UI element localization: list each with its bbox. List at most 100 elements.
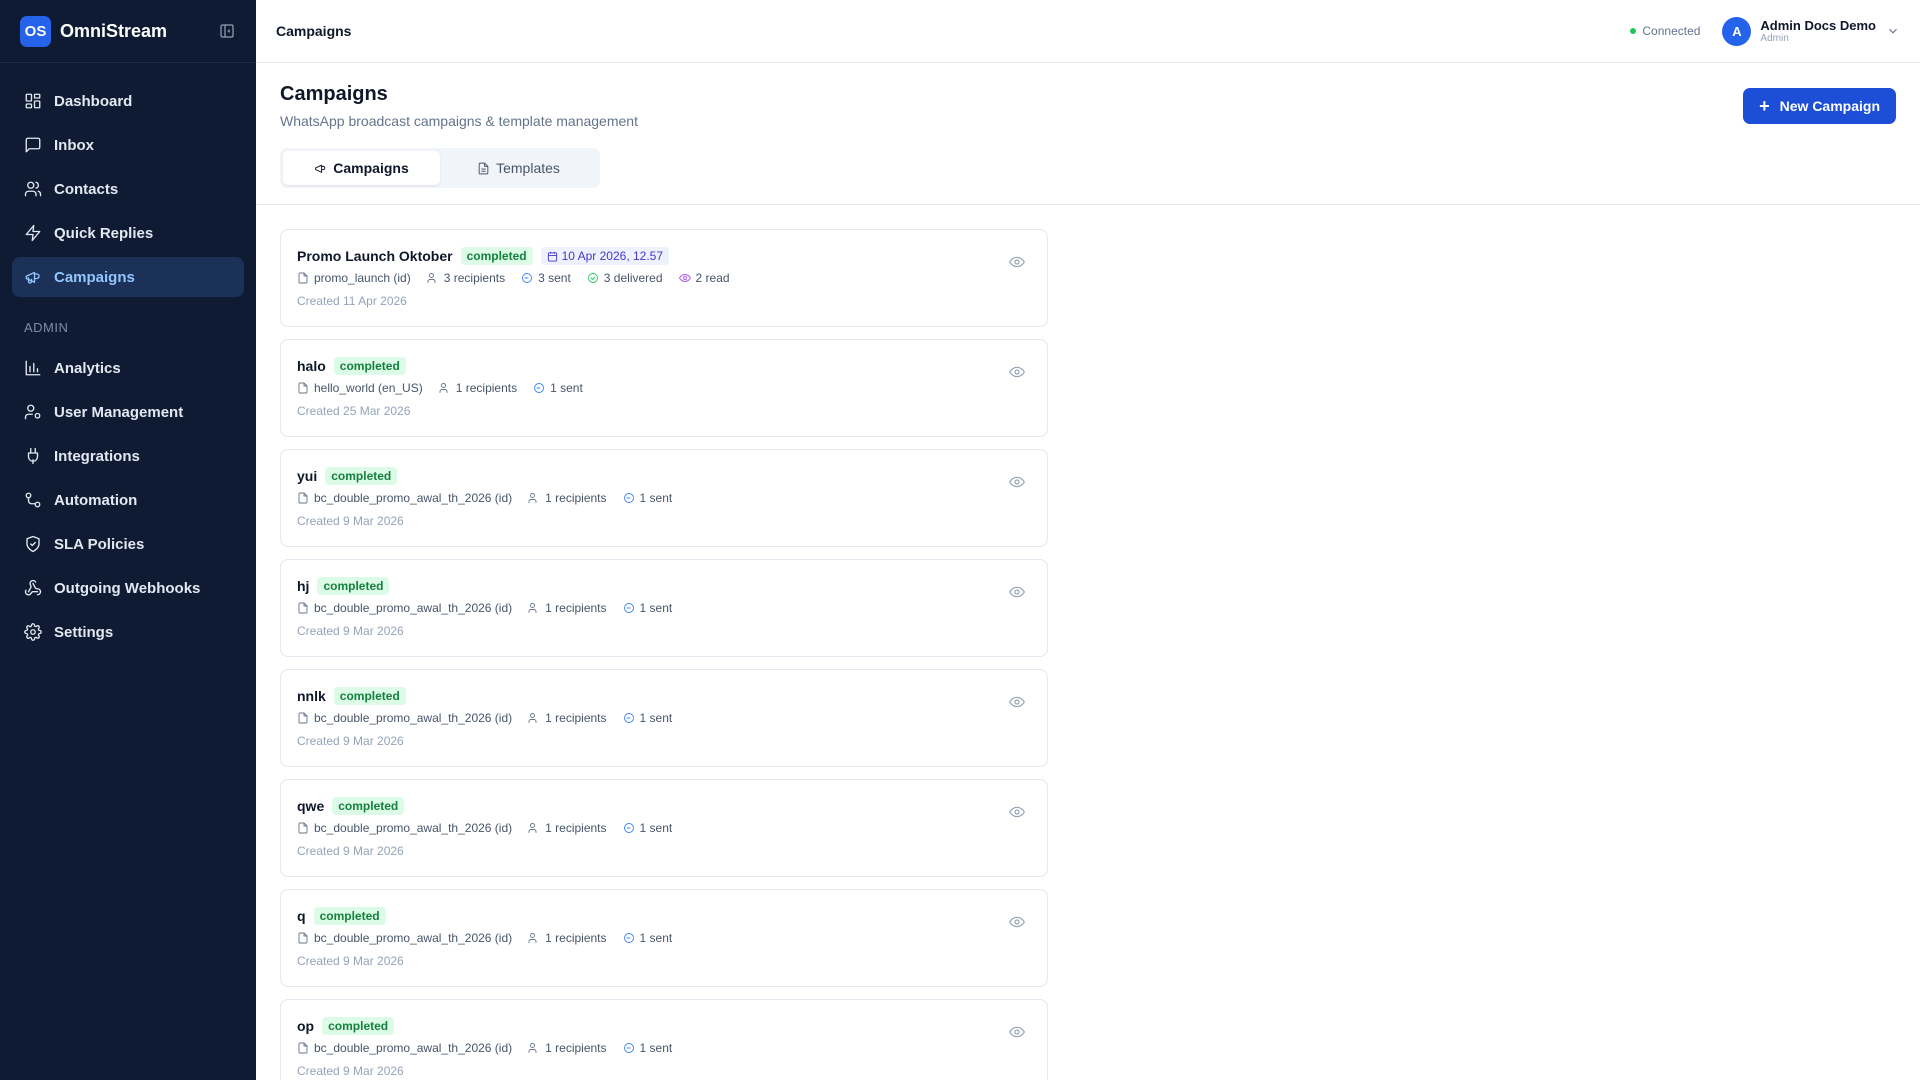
- clock-icon: [522, 273, 533, 283]
- brand: OS OmniStream: [0, 0, 256, 63]
- user-name: Admin Docs Demo: [1760, 18, 1876, 33]
- tab-campaigns[interactable]: Campaigns: [283, 151, 440, 185]
- view-eye-icon[interactable]: [1008, 254, 1026, 270]
- campaign-card[interactable]: Promo Launch Oktober completed 10 Apr 20…: [280, 229, 1048, 327]
- created-date: Created 9 Mar 2026: [297, 624, 404, 638]
- sidebar-item-sla-policies[interactable]: SLA Policies: [12, 524, 244, 564]
- sidebar-item-label: Contacts: [54, 180, 119, 198]
- sidebar-item-contacts[interactable]: Contacts: [12, 169, 244, 209]
- sidebar-collapse-icon[interactable]: [218, 22, 236, 40]
- created-date: Created 9 Mar 2026: [297, 1064, 404, 1078]
- sent-count: 1 sent: [639, 821, 673, 835]
- new-campaign-button[interactable]: + New Campaign: [1743, 88, 1896, 124]
- tab-label: Templates: [496, 160, 560, 176]
- sent-meta: 1 sent: [623, 931, 672, 945]
- sidebar-item-label: User Management: [54, 403, 184, 421]
- view-eye-icon[interactable]: [1008, 474, 1026, 490]
- template-name: bc_double_promo_awal_th_2026 (id): [314, 711, 513, 725]
- template-meta: bc_double_promo_awal_th_2026 (id): [297, 931, 512, 945]
- user-menu[interactable]: A Admin Docs Demo Admin: [1722, 16, 1900, 46]
- view-eye-icon[interactable]: [1008, 1024, 1026, 1040]
- sent-meta: 3 sent: [521, 271, 571, 285]
- sent-meta: 1 sent: [533, 381, 583, 395]
- campaign-card[interactable]: q completed bc_double_promo_awal_th_2026…: [280, 889, 1048, 987]
- workflow-icon: [24, 491, 42, 509]
- check-circle-icon: [587, 273, 598, 283]
- sidebar-item-automation[interactable]: Automation: [12, 480, 244, 520]
- inbox-icon: [24, 136, 42, 154]
- tab-templates[interactable]: Templates: [440, 151, 597, 185]
- clock-icon: [623, 823, 634, 833]
- created-date: Created 9 Mar 2026: [297, 514, 404, 528]
- brand-name: OmniStream: [60, 20, 168, 41]
- user-cog-icon: [24, 403, 42, 421]
- recipients-count: 1 recipients: [455, 381, 518, 395]
- campaign-card[interactable]: hj completed bc_double_promo_awal_th_202…: [280, 559, 1048, 657]
- sidebar-item-quick-replies[interactable]: Quick Replies: [12, 213, 244, 253]
- view-eye-icon[interactable]: [1008, 804, 1026, 820]
- document-icon: [298, 932, 308, 944]
- sidebar-nav: Dashboard Inbox Contacts Quick Replies C…: [0, 63, 256, 652]
- campaign-name: nnlk: [297, 688, 326, 704]
- contacts-icon: [24, 180, 42, 198]
- view-eye-icon[interactable]: [1008, 694, 1026, 710]
- campaign-card[interactable]: nnlk completed bc_double_promo_awal_th_2…: [280, 669, 1048, 767]
- clock-icon: [534, 383, 545, 393]
- read-meta: 2 read: [678, 271, 730, 285]
- view-eye-icon[interactable]: [1008, 584, 1026, 600]
- sidebar-item-label: Analytics: [54, 359, 121, 377]
- recipients-meta: 1 recipients: [528, 601, 607, 615]
- users-icon: [528, 713, 537, 723]
- sidebar-item-inbox[interactable]: Inbox: [12, 125, 244, 165]
- campaign-name: qwe: [297, 798, 325, 814]
- clock-icon: [623, 933, 634, 943]
- campaign-card[interactable]: op completed bc_double_promo_awal_th_202…: [280, 999, 1048, 1080]
- view-eye-icon[interactable]: [1008, 364, 1026, 380]
- schedule-badge: 10 Apr 2026, 12.57: [540, 247, 670, 265]
- status-badge: completed: [325, 467, 398, 485]
- campaign-card[interactable]: yui completed bc_double_promo_awal_th_20…: [280, 449, 1048, 547]
- page-subtitle: WhatsApp broadcast campaigns & template …: [280, 113, 638, 129]
- eye-icon: [678, 274, 691, 282]
- sidebar-item-label: Dashboard: [54, 92, 133, 110]
- calendar-icon: [547, 251, 557, 262]
- document-icon: [298, 382, 308, 394]
- shield-icon: [24, 535, 42, 553]
- lightning-icon: [24, 224, 42, 242]
- tab-label: Campaigns: [333, 160, 409, 176]
- campaign-card[interactable]: halo completed hello_world (en_US) 1 rec…: [280, 339, 1048, 437]
- recipients-meta: 1 recipients: [528, 491, 607, 505]
- sidebar-item-integrations[interactable]: Integrations: [12, 436, 244, 476]
- sidebar-item-dashboard[interactable]: Dashboard: [12, 81, 244, 121]
- users-icon: [528, 1043, 537, 1053]
- user-role: Admin: [1760, 33, 1789, 44]
- created-date: Created 9 Mar 2026: [297, 844, 404, 858]
- campaign-card[interactable]: qwe completed bc_double_promo_awal_th_20…: [280, 779, 1048, 877]
- document-icon: [298, 492, 308, 504]
- sidebar: OS OmniStream Dashboard Inbox Contacts Q…: [0, 0, 256, 1080]
- users-icon: [528, 823, 537, 833]
- recipients-count: 1 recipients: [545, 711, 607, 725]
- campaign-list: Promo Launch Oktober completed 10 Apr 20…: [280, 229, 1048, 1080]
- sidebar-item-outgoing-webhooks[interactable]: Outgoing Webhooks: [12, 568, 244, 608]
- chart-icon: [24, 359, 42, 377]
- sent-count: 1 sent: [639, 601, 673, 615]
- sent-meta: 1 sent: [623, 821, 673, 835]
- sidebar-item-analytics[interactable]: Analytics: [12, 348, 244, 388]
- sidebar-item-label: SLA Policies: [54, 535, 145, 553]
- sidebar-item-settings[interactable]: Settings: [12, 612, 244, 652]
- new-campaign-label: New Campaign: [1779, 98, 1880, 114]
- document-icon: [478, 162, 489, 174]
- template-name: bc_double_promo_awal_th_2026 (id): [314, 1041, 513, 1055]
- sidebar-item-label: Quick Replies: [54, 224, 154, 242]
- clock-icon: [623, 603, 634, 613]
- view-eye-icon[interactable]: [1008, 914, 1026, 930]
- campaign-name: yui: [297, 468, 318, 484]
- clock-icon: [623, 1043, 634, 1053]
- sidebar-item-user-management[interactable]: User Management: [12, 392, 244, 432]
- template-name: bc_double_promo_awal_th_2026 (id): [314, 931, 513, 945]
- recipients-count: 1 recipients: [545, 931, 607, 945]
- sidebar-item-campaigns[interactable]: Campaigns: [12, 257, 244, 297]
- document-icon: [298, 602, 308, 614]
- document-icon: [298, 712, 308, 724]
